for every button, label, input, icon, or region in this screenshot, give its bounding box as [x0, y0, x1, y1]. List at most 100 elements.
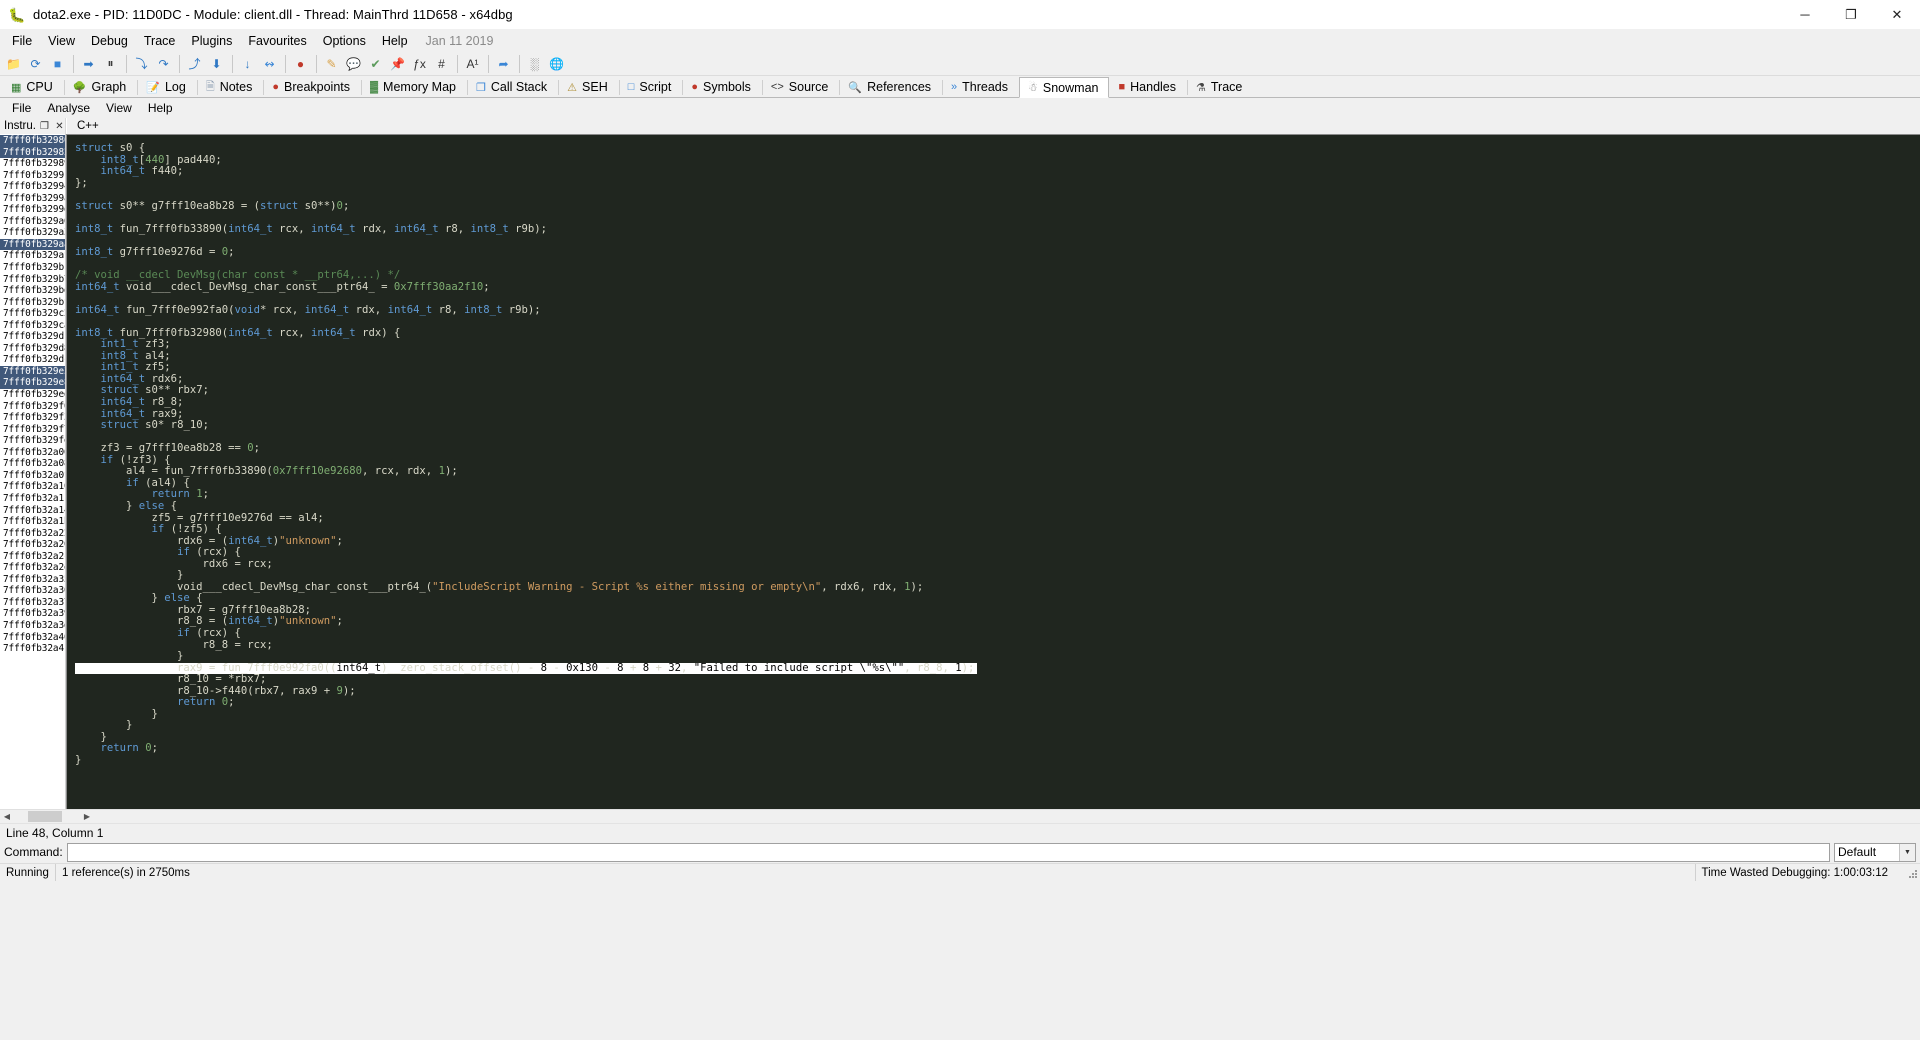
- instruction-address-row[interactable]: 7fff0fb32a22: [0, 528, 65, 540]
- instruction-address-row[interactable]: 7fff0fb329a0: [0, 216, 65, 228]
- instruction-address-row[interactable]: 7fff0fb329fe: [0, 435, 65, 447]
- instruction-address-row[interactable]: 7fff0fb32980: [0, 135, 65, 147]
- menu-trace[interactable]: Trace: [136, 31, 184, 51]
- code-line[interactable]: rbx7 = g7fff10ea8b28;: [75, 604, 1920, 617]
- toolbar-font-icon[interactable]: A¹: [462, 53, 483, 74]
- tab-trace[interactable]: ⚗ Trace: [1187, 76, 1253, 97]
- close-button[interactable]: ✕: [1874, 0, 1920, 30]
- toolbar-grid-icon[interactable]: ░: [524, 53, 545, 74]
- menu-view[interactable]: View: [40, 31, 83, 51]
- tab-seh[interactable]: ⚠ SEH: [558, 76, 619, 97]
- tab-call-stack[interactable]: ❐ Call Stack: [466, 76, 558, 97]
- code-line[interactable]: return 0;: [75, 743, 1920, 755]
- menu-file[interactable]: File: [4, 31, 40, 51]
- toolbar-stop-icon[interactable]: ■: [47, 53, 68, 74]
- instruction-address-row[interactable]: 7fff0fb32a0f: [0, 470, 65, 482]
- tab-handles[interactable]: ■ Handles: [1109, 76, 1187, 97]
- toolbar-step-into-icon[interactable]: ⤵: [131, 53, 152, 74]
- tab-notes[interactable]: 🗎 Notes: [196, 76, 264, 97]
- instruction-address-row[interactable]: 7fff0fb32a35: [0, 574, 65, 586]
- toolbar-step-over-icon[interactable]: ↷: [153, 53, 174, 74]
- code-line[interactable]: int1_t zf3;: [75, 339, 1920, 351]
- snowman-menu-analyse[interactable]: Analyse: [39, 99, 98, 117]
- code-line[interactable]: }: [75, 754, 1920, 767]
- instruction-address-row[interactable]: 7fff0fb32a06: [0, 447, 65, 459]
- tab-cpu[interactable]: ▦ CPU: [2, 76, 64, 97]
- toolbar-patch-icon[interactable]: ✎: [321, 53, 342, 74]
- tab-symbols[interactable]: ● Symbols: [682, 76, 762, 97]
- menu-options[interactable]: Options: [315, 31, 374, 51]
- code-line[interactable]: };: [75, 177, 1920, 190]
- scroll-track[interactable]: [14, 810, 80, 823]
- instructions-panel-tab[interactable]: Instru... ❐ ✕: [0, 118, 66, 134]
- instruction-address-row[interactable]: 7fff0fb32a3d: [0, 620, 65, 632]
- code-line[interactable]: if (rcx) {: [75, 546, 1920, 559]
- code-line[interactable]: void___cdecl_DevMsg_char_const___ptr64_(…: [75, 581, 1920, 594]
- menu-favourites[interactable]: Favourites: [240, 31, 314, 51]
- code-line[interactable]: int64_t rax9;: [75, 408, 1920, 421]
- menu-help[interactable]: Help: [374, 31, 416, 51]
- toolbar-restart-icon[interactable]: ⟳: [25, 53, 46, 74]
- code-line[interactable]: struct s0** g7fff10ea8b28 = (struct s0**…: [75, 200, 1920, 213]
- code-line[interactable]: [75, 432, 1920, 444]
- code-line[interactable]: rdx6 = (int64_t)"unknown";: [75, 535, 1920, 548]
- instruction-address-row[interactable]: 7fff0fb32a1b: [0, 516, 65, 528]
- code-line[interactable]: int8_t al4;: [75, 350, 1920, 363]
- instruction-address-row[interactable]: 7fff0fb329f3: [0, 412, 65, 424]
- code-line[interactable]: int64_t r8_8;: [75, 396, 1920, 409]
- code-line[interactable]: if (!zf5) {: [75, 523, 1920, 536]
- instruction-address-row[interactable]: 7fff0fb329bf: [0, 297, 65, 309]
- instruction-address-row[interactable]: 7fff0fb32a37: [0, 597, 65, 609]
- toolbar-open-icon[interactable]: 📁: [3, 53, 24, 74]
- toolbar-run-icon[interactable]: ➡: [78, 53, 99, 74]
- instruction-address-row[interactable]: 7fff0fb329b1: [0, 262, 65, 274]
- instruction-address-row[interactable]: 7fff0fb32a2e: [0, 562, 65, 574]
- code-line[interactable]: struct s0* r8_10;: [75, 419, 1920, 432]
- code-line[interactable]: } else {: [75, 500, 1920, 513]
- toolbar-hash-icon[interactable]: #: [431, 53, 452, 74]
- instruction-address-row[interactable]: 7fff0fb329ed: [0, 389, 65, 401]
- instruction-address-row[interactable]: 7fff0fb329d1: [0, 331, 65, 343]
- code-line[interactable]: }: [75, 708, 1920, 721]
- instruction-address-row[interactable]: 7fff0fb329ca: [0, 320, 65, 332]
- instruction-address-row[interactable]: 7fff0fb32a11: [0, 493, 65, 505]
- instruction-address-row[interactable]: 7fff0fb329af: [0, 250, 65, 262]
- instruction-address-row[interactable]: 7fff0fb32a14: [0, 505, 65, 517]
- toolbar-step-out-icon[interactable]: ⤴: [184, 53, 205, 74]
- code-line[interactable]: al4 = fun_7fff0fb33890(0x7fff10e92680, r…: [75, 466, 1920, 478]
- code-line[interactable]: struct s0 {: [75, 142, 1920, 155]
- instruction-address-row[interactable]: 7fff0fb32a10: [0, 481, 65, 493]
- instruction-address-row[interactable]: 7fff0fb32a08: [0, 458, 65, 470]
- instructions-address-list[interactable]: 7fff0fb32980 7fff0fb32982 7fff0fb32989 7fff…: [0, 134, 66, 809]
- toolbar-trace-into-icon[interactable]: ↓: [237, 53, 258, 74]
- scroll-thumb[interactable]: [28, 811, 62, 822]
- tab-script[interactable]: □ Script: [618, 76, 683, 97]
- toolbar-export-icon[interactable]: ➦: [493, 53, 514, 74]
- instruction-address-row[interactable]: 7fff0fb32a2c: [0, 551, 65, 563]
- instruction-address-row[interactable]: 7fff0fb32994: [0, 181, 65, 193]
- instruction-address-row[interactable]: 7fff0fb329dc: [0, 354, 65, 366]
- tab-log[interactable]: 📝 Log: [137, 76, 197, 97]
- instruction-address-row[interactable]: 7fff0fb329d8: [0, 343, 65, 355]
- instruction-address-row[interactable]: 7fff0fb329a3: [0, 227, 65, 239]
- instruction-address-row[interactable]: 7fff0fb329e3: [0, 365, 65, 378]
- snowman-menu-view[interactable]: View: [98, 99, 140, 117]
- instruction-address-row[interactable]: 7fff0fb329bd: [0, 285, 65, 297]
- toolbar-checklist-icon[interactable]: ✔: [365, 53, 386, 74]
- code-line[interactable]: int8_t[440] pad440;: [75, 154, 1920, 167]
- tab-graph[interactable]: 🌳 Graph: [63, 76, 137, 97]
- tab-threads[interactable]: » Threads: [942, 76, 1019, 97]
- code-line[interactable]: if (rcx) {: [75, 627, 1920, 640]
- tab-source[interactable]: <> Source: [761, 76, 839, 97]
- instruction-address-row[interactable]: 7fff0fb329c2: [0, 308, 65, 320]
- toolbar-globe-icon[interactable]: 🌐: [546, 53, 567, 74]
- cpp-output-tab[interactable]: C++: [66, 118, 1920, 134]
- chevron-down-icon[interactable]: ▼: [1899, 843, 1915, 861]
- menu-plugins[interactable]: Plugins: [183, 31, 240, 51]
- instruction-address-row[interactable]: 7fff0fb32a36: [0, 585, 65, 597]
- code-line[interactable]: [75, 235, 1920, 247]
- snowman-menu-file[interactable]: File: [4, 99, 39, 117]
- float-panel-icon[interactable]: ❐: [39, 121, 50, 132]
- toolbar-trace-over-icon[interactable]: ↭: [259, 53, 280, 74]
- toolbar-comment-icon[interactable]: 💬: [343, 53, 364, 74]
